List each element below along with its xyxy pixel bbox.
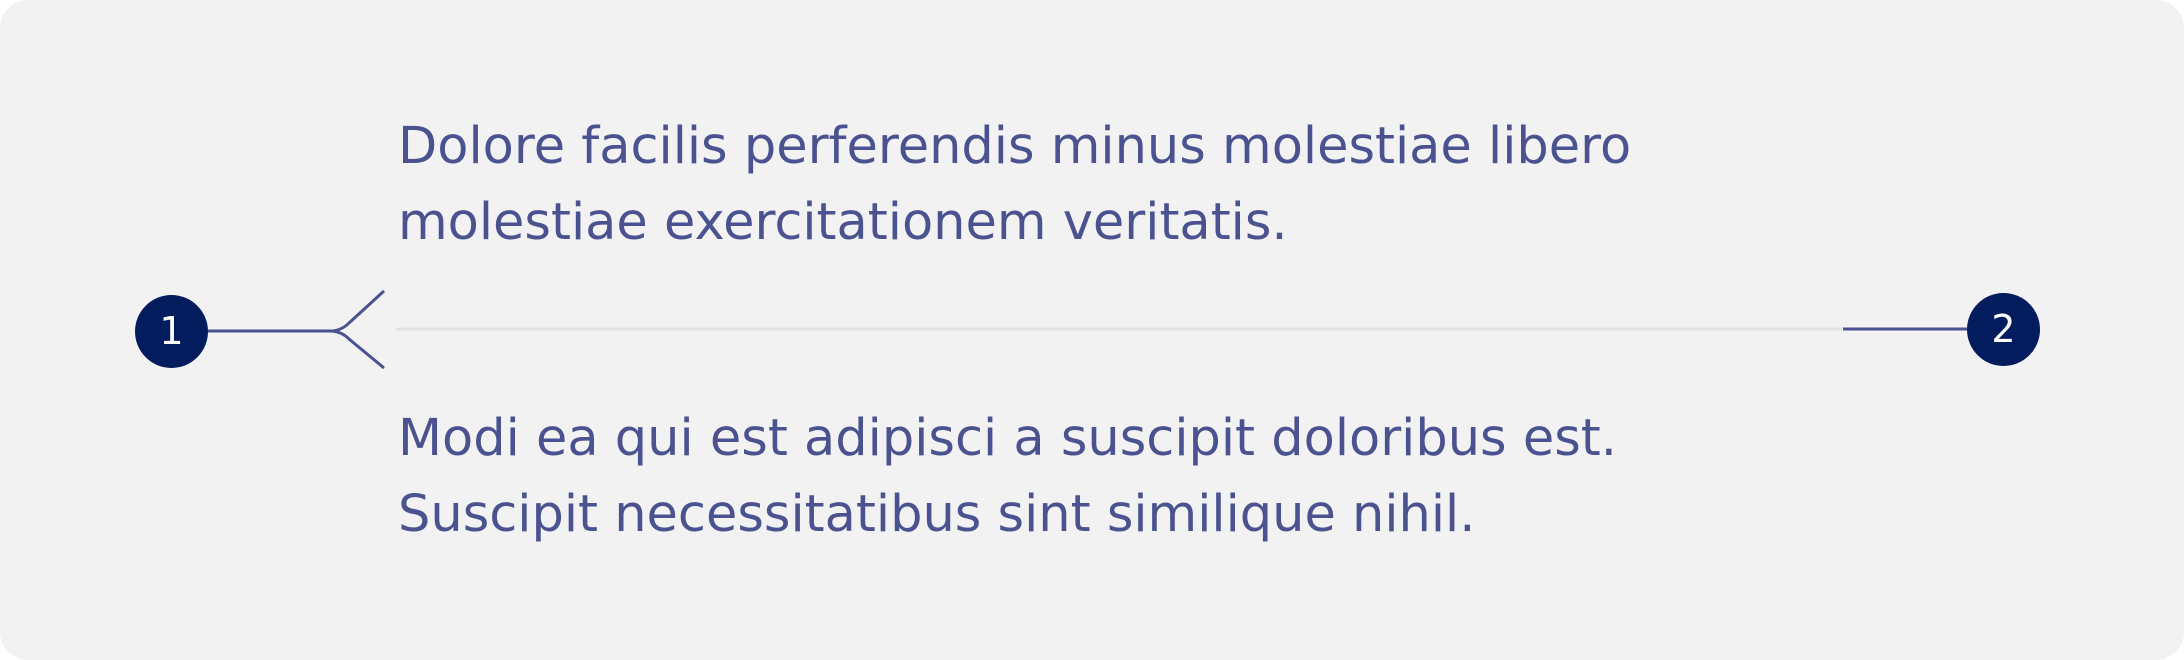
diagram-panel: Dolore facilis perferendis minus molesti… xyxy=(0,0,2184,660)
bottom-paragraph-line-2: Suscipit necessitatibus sint similique n… xyxy=(398,485,1476,544)
step-marker-2: 2 xyxy=(1967,293,2040,366)
connector-lines xyxy=(208,289,1967,370)
split-connector-left xyxy=(208,289,386,333)
bottom-paragraph-line-1: Modi ea qui est adipisci a suscipit dolo… xyxy=(398,409,1617,468)
step-marker-1: 1 xyxy=(135,295,208,368)
bottom-paragraph: Modi ea qui est adipisci a suscipit dolo… xyxy=(398,401,1617,553)
split-connector-left-lower xyxy=(329,329,385,370)
